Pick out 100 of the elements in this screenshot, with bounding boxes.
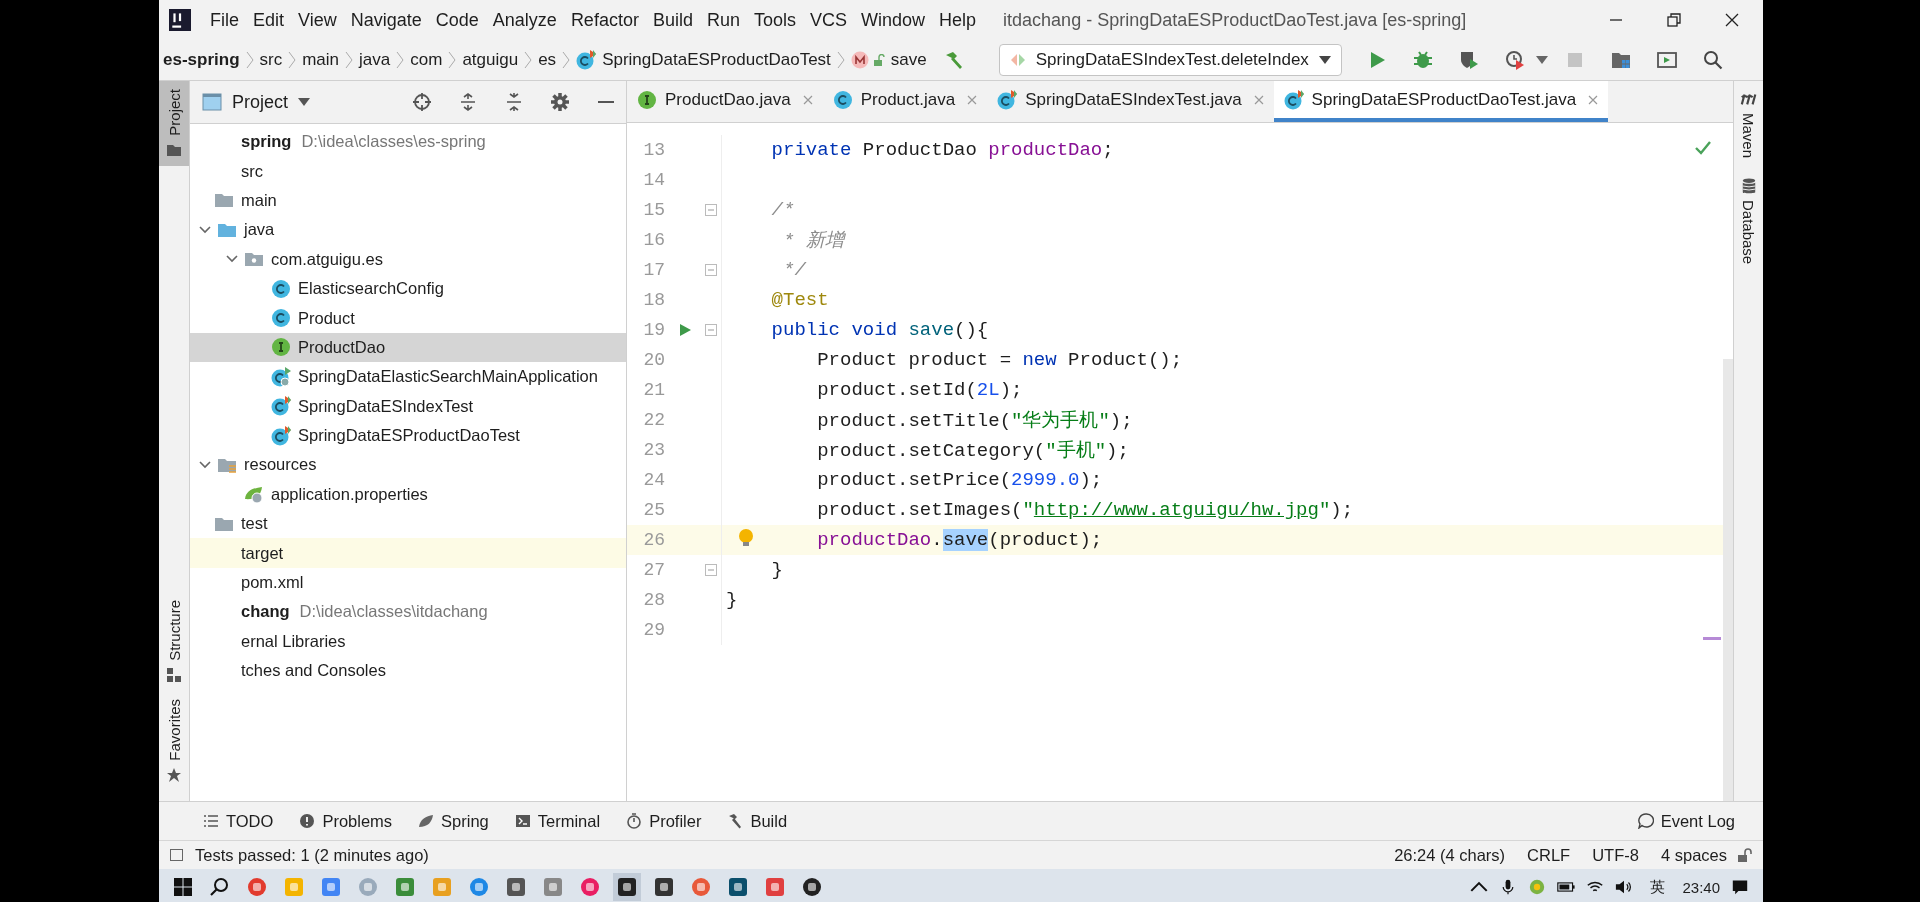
menu-item[interactable]: Refactor [563,9,646,31]
tree-item[interactable]: src [190,156,626,186]
editor-tab[interactable]: SpringDataESProductDaoTest.java [1273,81,1609,122]
tool-window-button[interactable]: TODO [203,811,274,831]
search-icon[interactable] [1702,50,1723,70]
tree-item[interactable]: spring D:\idea\classes\es-spring [190,127,626,157]
breadcrumb[interactable]: es-spring [163,50,240,70]
tree-item[interactable]: ElasticsearchConfig [190,273,626,304]
tree-item[interactable]: chang D:\idea\classes\itdachang [190,597,626,627]
tool-window-button[interactable]: Event Log [1637,811,1735,831]
line-number: 23 [642,440,665,460]
app-icon[interactable] [613,873,641,901]
status-item[interactable]: 26:24 (4 chars) [1394,845,1506,865]
breadcrumb[interactable]: save [890,50,927,70]
tree-item[interactable]: Product [190,303,626,333]
profile-icon[interactable] [1504,50,1525,70]
notification-icon[interactable] [1731,879,1749,895]
unlock-icon[interactable] [1737,847,1753,863]
breadcrumb[interactable]: atguigu [462,50,519,70]
tool-window-tab[interactable]: Structure [159,592,189,692]
caret-icon[interactable] [298,98,311,106]
breadcrumb[interactable]: java [359,50,391,70]
project-structure-icon[interactable] [1610,50,1631,70]
tree-item[interactable]: ernal Libraries [190,626,626,657]
menu-item[interactable]: Help [932,9,984,31]
tool-window-tab[interactable]: Database [1739,168,1758,275]
app-icon[interactable] [728,877,748,897]
shield-run-icon[interactable] [1458,50,1479,70]
menu-item[interactable]: Edit [246,9,292,31]
start-icon[interactable] [173,877,193,897]
tool-window-tab[interactable]: Favorites [159,691,189,791]
menu-item[interactable]: Tools [746,9,803,31]
tool-window-button[interactable]: Spring [418,811,489,831]
status-item[interactable]: CRLF [1527,845,1571,865]
locate-icon[interactable] [412,92,432,112]
status-message[interactable]: Tests passed: 1 (2 minutes ago) [195,845,429,865]
caret-icon[interactable] [1535,56,1548,64]
tree-item[interactable]: java [190,215,626,245]
menu-item[interactable]: Navigate [343,9,429,31]
tool-window-button[interactable]: Problems [299,811,393,831]
scrollbar[interactable] [1723,359,1733,801]
tool-window-tab[interactable]: Project [159,81,189,166]
input-method-indicator[interactable]: 英 [1650,877,1666,897]
tree-item[interactable]: tches and Consoles [190,656,626,686]
fold-marker-icon[interactable] [705,264,717,276]
breadcrumb[interactable]: main [302,50,340,70]
breadcrumb[interactable]: src [259,50,283,70]
square-icon[interactable] [169,847,185,863]
tree-item[interactable]: pom.xml [190,567,626,598]
run-configuration-dropdown[interactable]: SpringDataESIndexTest.deleteIndex [998,44,1342,76]
battery-icon[interactable] [1557,879,1576,895]
tree-item[interactable]: SpringDataESIndexTest [190,391,626,421]
tree-item[interactable]: SpringDataElasticSearchMainApplication [190,362,626,392]
breadcrumb[interactable]: com [410,50,443,70]
menu-item[interactable]: View [291,9,344,31]
menu-item[interactable]: Code [428,9,486,31]
fold-marker-icon[interactable] [705,324,717,336]
speaker-icon[interactable] [1615,879,1634,895]
breadcrumb[interactable]: SpringDataESProductDaoTest [602,50,831,70]
fold-marker-icon[interactable] [705,564,717,576]
lightbulb-icon[interactable] [738,528,754,548]
breadcrumb[interactable]: es [538,50,557,70]
tree-item[interactable]: test [190,509,626,539]
tool-window-button[interactable]: Build [727,811,788,831]
tool-window-button[interactable]: Profiler [626,811,702,831]
tree-item[interactable]: ProductDao [190,332,626,363]
menu-item[interactable]: Run [699,9,747,31]
tool-window-button[interactable]: Terminal [514,811,601,831]
editor-tab[interactable]: SpringDataESIndexTest.java [987,81,1274,122]
expand-all-icon[interactable] [458,92,478,112]
menu-item[interactable]: Build [645,9,700,31]
editor-tab[interactable]: ProductDao.java [627,81,823,122]
run-icon[interactable] [679,324,691,336]
menu-item[interactable]: Analyze [485,9,564,31]
tree-item[interactable]: resources [190,450,626,480]
panel-title[interactable]: Project [232,91,289,113]
status-item[interactable]: UTF-8 [1592,845,1639,865]
tool-window-tab[interactable]: Maven [1739,81,1758,169]
tree-item[interactable]: com.atguigu.es [190,244,626,274]
close-icon[interactable] [1725,13,1739,27]
search-icon[interactable] [210,877,230,897]
tree-item[interactable]: application.properties [190,479,626,510]
app-icon[interactable] [654,877,674,897]
collapse-all-icon[interactable] [504,92,524,112]
restore-icon[interactable] [1667,13,1681,27]
menu-item[interactable]: File [203,9,246,31]
run-window-icon[interactable] [1656,50,1677,70]
bug-icon[interactable] [1412,50,1433,70]
tree-item[interactable]: SpringDataESProductDaoTest [190,420,626,451]
app-icon[interactable] [802,877,822,897]
menu-item[interactable]: VCS [803,9,854,31]
fold-marker-icon[interactable] [705,204,717,216]
tree-item[interactable]: main [190,185,626,216]
menu-item[interactable]: Window [854,9,933,31]
clock[interactable]: 23:40 [1682,878,1720,896]
status-item[interactable]: 4 spaces [1660,845,1727,865]
app-icon[interactable] [506,877,526,897]
editor-tab[interactable]: Product.java [822,81,988,122]
tree-item[interactable]: target [190,538,626,568]
settings-icon[interactable] [550,92,570,112]
